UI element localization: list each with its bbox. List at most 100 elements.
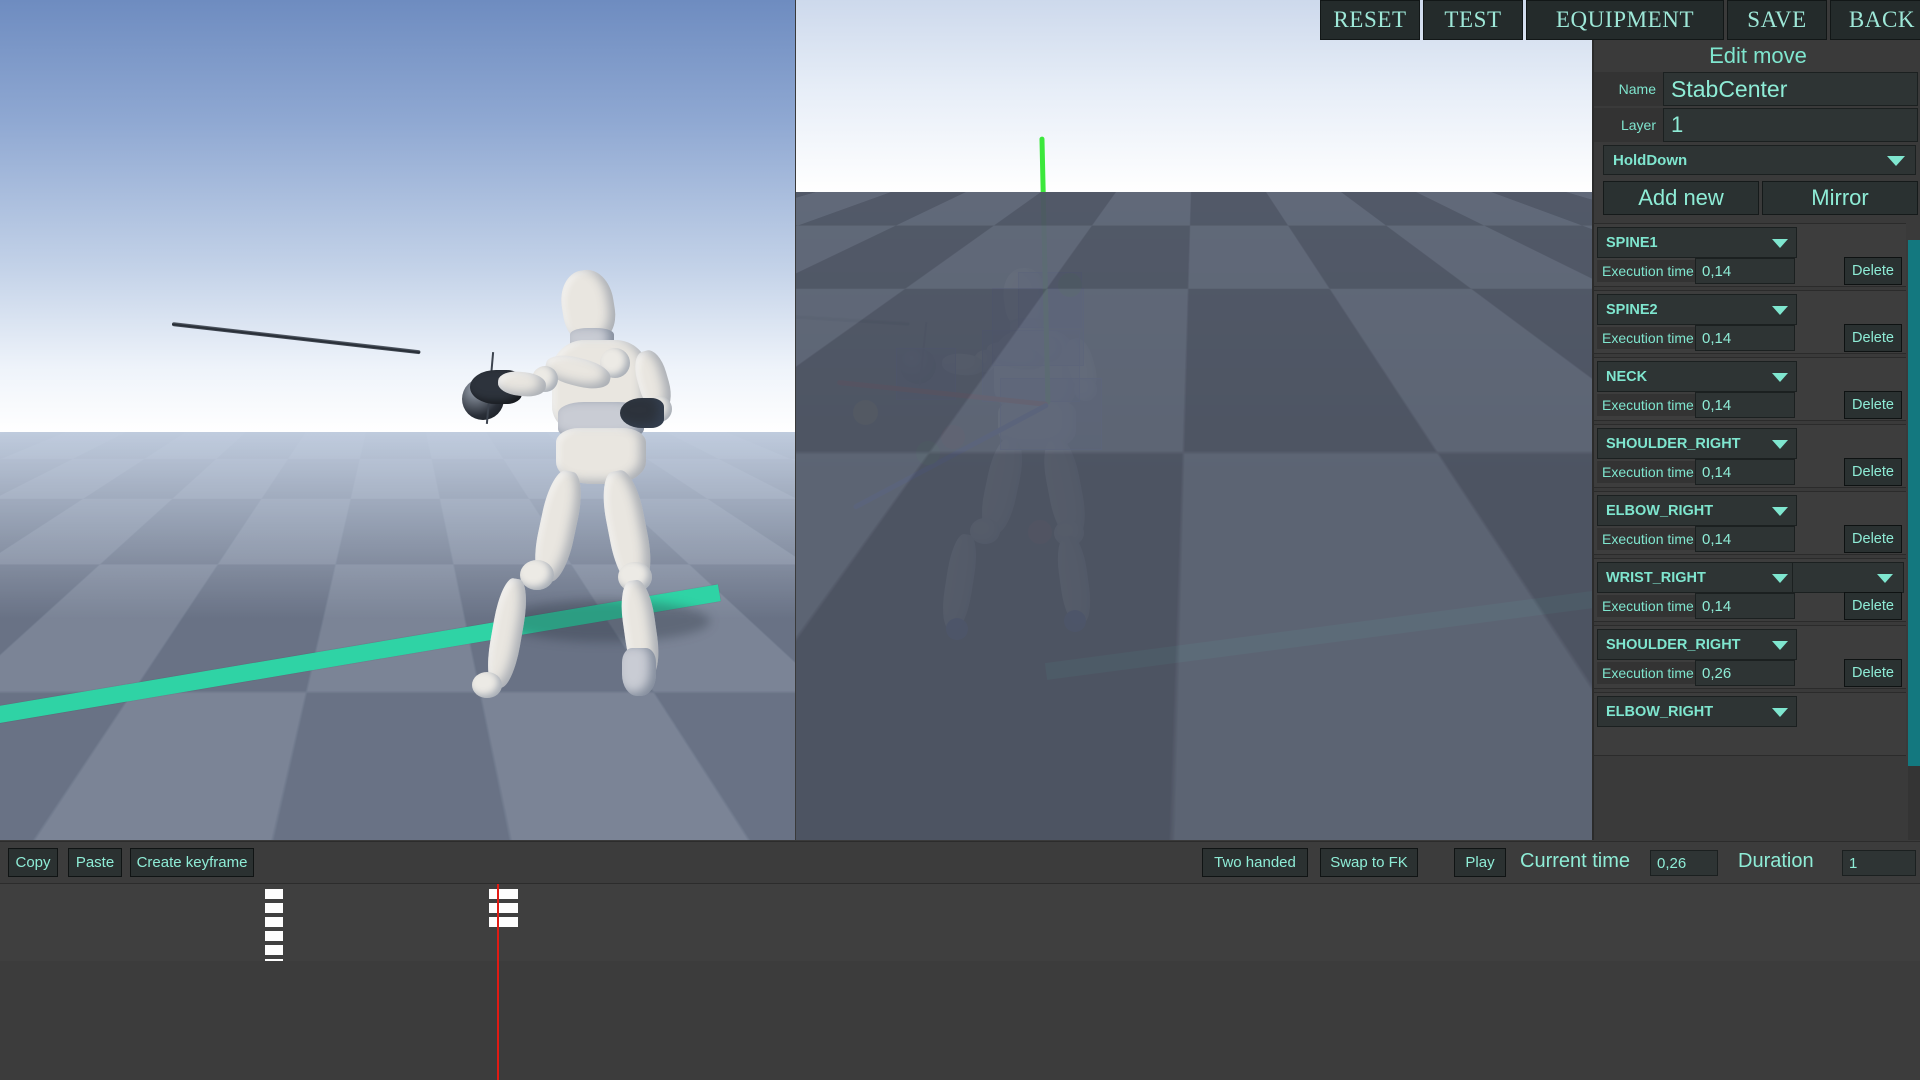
delete-button[interactable]: Delete xyxy=(1844,525,1902,553)
bone-secondary-dropdown[interactable] xyxy=(1792,562,1904,593)
panel-scrollbar[interactable] xyxy=(1908,240,1920,840)
viewport-left-preview[interactable] xyxy=(0,0,795,840)
chevron-down-icon xyxy=(1772,573,1788,583)
name-label: Name xyxy=(1594,72,1663,106)
keyframe-marker[interactable] xyxy=(500,917,518,927)
bone-row: WRIST_RIGHT Execution time 0,14 Delete xyxy=(1594,558,1906,622)
ik-marker-blue-foot-left[interactable] xyxy=(946,618,968,640)
bone-select-dropdown[interactable]: SHOULDER_RIGHT xyxy=(1597,629,1797,660)
bone-select-dropdown[interactable]: ELBOW_RIGHT xyxy=(1597,696,1797,727)
ik-marker-red-lower[interactable] xyxy=(941,425,965,449)
mirror-button[interactable]: Mirror xyxy=(1762,181,1918,215)
execution-time-input[interactable]: 0,14 xyxy=(1695,258,1795,284)
duration-input[interactable]: 1 xyxy=(1842,850,1916,876)
chevron-down-icon xyxy=(1772,439,1788,449)
execution-time-label: Execution time xyxy=(1597,662,1699,684)
ik-marker-red-foot[interactable] xyxy=(1028,520,1052,544)
bone-row: SHOULDER_RIGHT Execution time 0,26 Delete xyxy=(1594,625,1906,689)
create-keyframe-button[interactable]: Create keyframe xyxy=(130,848,254,877)
edit-move-panel: Edit move Name StabCenter Layer 1 HoldDo… xyxy=(1592,40,1920,840)
delete-button[interactable]: Delete xyxy=(1844,592,1902,620)
reset-button[interactable]: RESET xyxy=(1320,0,1420,40)
bone-name-label: SPINE1 xyxy=(1606,234,1658,251)
duration-label: Duration xyxy=(1738,850,1814,872)
execution-time-label: Execution time xyxy=(1597,595,1699,617)
keyframe-marker[interactable] xyxy=(265,889,283,899)
execution-time-input[interactable]: 0,26 xyxy=(1695,660,1795,686)
current-time-label: Current time xyxy=(1520,850,1631,872)
delete-button[interactable]: Delete xyxy=(1844,659,1902,687)
chevron-down-icon xyxy=(1772,305,1788,315)
timeline-lower-area xyxy=(0,961,1920,1080)
swap-to-fk-button[interactable]: Swap to FK xyxy=(1320,848,1418,877)
sky-gradient xyxy=(0,0,795,432)
delete-button[interactable]: Delete xyxy=(1844,257,1902,285)
chevron-down-icon xyxy=(1877,573,1893,583)
bone-row: ELBOW_RIGHT xyxy=(1594,692,1906,756)
chevron-down-icon xyxy=(1772,506,1788,516)
keyframe-marker[interactable] xyxy=(265,945,283,955)
execution-time-input[interactable]: 0,14 xyxy=(1695,325,1795,351)
name-field-row: Name StabCenter xyxy=(1594,72,1920,106)
execution-time-label: Execution time xyxy=(1597,528,1699,550)
back-button[interactable]: BACK xyxy=(1830,0,1920,40)
keyframe-marker[interactable] xyxy=(265,931,283,941)
panel-scrollbar-thumb[interactable] xyxy=(1908,240,1920,766)
execution-time-label: Execution time xyxy=(1597,260,1699,282)
bone-select-dropdown[interactable]: NECK xyxy=(1597,361,1797,392)
ik-marker-blue-foot-right[interactable] xyxy=(1064,610,1086,632)
two-handed-button[interactable]: Two handed xyxy=(1202,848,1308,877)
ik-marker-green-lower[interactable] xyxy=(916,441,940,465)
paste-button[interactable]: Paste xyxy=(68,848,122,877)
timeline-panel[interactable] xyxy=(0,841,1920,1080)
delete-button[interactable]: Delete xyxy=(1844,324,1902,352)
playhead[interactable] xyxy=(497,883,499,1080)
bone-row: SPINE2 Execution time 0,14 Delete xyxy=(1594,290,1906,354)
add-new-button[interactable]: Add new xyxy=(1603,181,1759,215)
keyframe-marker[interactable] xyxy=(500,903,518,913)
chevron-down-icon xyxy=(1772,238,1788,248)
delete-button[interactable]: Delete xyxy=(1844,458,1902,486)
execution-time-input[interactable]: 0,14 xyxy=(1695,526,1795,552)
delete-button[interactable]: Delete xyxy=(1844,391,1902,419)
top-menu-bar: RESET TEST EQUIPMENT SAVE BACK xyxy=(1320,0,1920,40)
bone-name-label: SHOULDER_RIGHT xyxy=(1606,636,1741,653)
chevron-down-icon xyxy=(1772,640,1788,650)
name-input[interactable]: StabCenter xyxy=(1663,72,1918,106)
execution-time-label: Execution time xyxy=(1597,394,1699,416)
selection-box-pelvis[interactable] xyxy=(1000,378,1102,450)
move-editor-window: RESET TEST EQUIPMENT SAVE BACK Edit move… xyxy=(0,0,1920,1080)
execution-time-label: Execution time xyxy=(1597,461,1699,483)
ik-marker-yellow[interactable] xyxy=(853,400,878,425)
bone-select-dropdown[interactable]: SPINE2 xyxy=(1597,294,1797,325)
bone-select-dropdown[interactable]: SHOULDER_RIGHT xyxy=(1597,428,1797,459)
bone-select-dropdown[interactable]: ELBOW_RIGHT xyxy=(1597,495,1797,526)
execution-time-label: Execution time xyxy=(1597,327,1699,349)
move-type-dropdown[interactable]: HoldDown xyxy=(1603,145,1916,175)
current-time-input[interactable]: 0,26 xyxy=(1650,850,1718,876)
viewport-right-gizmo[interactable] xyxy=(796,0,1592,840)
layer-label: Layer xyxy=(1594,108,1663,142)
keyframe-marker[interactable] xyxy=(500,889,518,899)
copy-button[interactable]: Copy xyxy=(8,848,58,877)
bone-name-label: SHOULDER_RIGHT xyxy=(1606,435,1741,452)
execution-time-input[interactable]: 0,14 xyxy=(1695,593,1795,619)
chevron-down-icon xyxy=(1772,372,1788,382)
bone-keyframe-list[interactable]: SPINE1 Execution time 0,14 Delete SPINE2 Exec… xyxy=(1594,223,1920,840)
execution-time-input[interactable]: 0,14 xyxy=(1695,392,1795,418)
play-button[interactable]: Play xyxy=(1454,848,1506,877)
bone-row: SHOULDER_RIGHT Execution time 0,14 Delete xyxy=(1594,424,1906,488)
keyframe-marker[interactable] xyxy=(265,903,283,913)
ik-marker-green-upper[interactable] xyxy=(1058,273,1082,297)
test-button[interactable]: TEST xyxy=(1423,0,1523,40)
keyframe-marker[interactable] xyxy=(265,917,283,927)
bone-select-dropdown[interactable]: SPINE1 xyxy=(1597,227,1797,258)
equipment-button[interactable]: EQUIPMENT xyxy=(1526,0,1724,40)
chevron-down-icon xyxy=(1772,707,1788,717)
timeline-track[interactable] xyxy=(0,883,1920,969)
bone-select-dropdown[interactable]: WRIST_RIGHT xyxy=(1597,562,1797,593)
execution-time-input[interactable]: 0,14 xyxy=(1695,459,1795,485)
bone-name-label: NECK xyxy=(1606,368,1648,385)
save-button[interactable]: SAVE xyxy=(1727,0,1827,40)
layer-input[interactable]: 1 xyxy=(1663,108,1918,142)
